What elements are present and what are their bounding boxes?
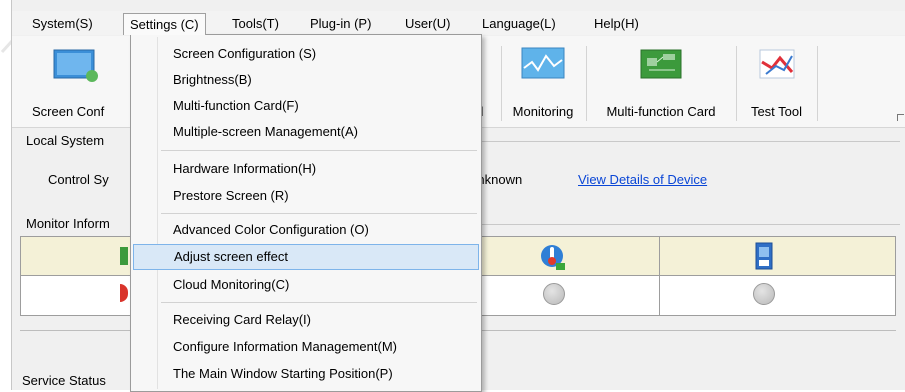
receiving-card-icon: [755, 242, 773, 270]
menu-item-screen-configuration[interactable]: Screen Configuration (S): [133, 41, 479, 67]
card-status-icon: [753, 283, 775, 305]
control-system-label: Control Sy: [48, 172, 109, 187]
view-details-link[interactable]: View Details of Device: [578, 172, 707, 187]
menu-item-receiving-card-relay[interactable]: Receiving Card Relay(I): [133, 307, 479, 333]
menu-tools[interactable]: Tools(T): [226, 14, 285, 33]
status-error-icon: [120, 284, 128, 302]
toolbar-separator: [736, 46, 737, 121]
menu-item-adjust-screen-effect[interactable]: Adjust screen effect: [133, 244, 479, 270]
monitoring-tool[interactable]: Monitoring: [504, 36, 582, 127]
monitoring-wave-icon: [521, 47, 565, 79]
test-tool[interactable]: Test Tool: [739, 36, 814, 127]
temperature-status-icon: [543, 283, 565, 305]
menu-item-cloud-monitoring[interactable]: Cloud Monitoring(C): [133, 272, 479, 298]
menu-user[interactable]: User(U): [399, 14, 457, 33]
menu-settings[interactable]: Settings (C): [123, 13, 206, 35]
toolbar-separator: [586, 46, 587, 121]
menu-separator: [161, 150, 477, 151]
toolbar-separator: [501, 46, 502, 121]
screen-config-tool[interactable]: Screen Conf: [26, 36, 121, 127]
menu-item-multiple-screen-management[interactable]: Multiple-screen Management(A): [133, 119, 479, 145]
menu-item-main-window-starting-position[interactable]: The Main Window Starting Position(P): [133, 361, 479, 387]
menu-language[interactable]: Language(L): [476, 14, 562, 33]
menu-separator: [161, 302, 477, 303]
test-chart-icon: [759, 49, 794, 79]
menu-item-hardware-information[interactable]: Hardware Information(H): [133, 156, 479, 182]
multifunction-card-tool[interactable]: Multi-function Card: [590, 36, 732, 127]
temperature-icon: [541, 245, 565, 270]
local-system-title: Local System: [26, 133, 105, 148]
monitor-info-title: Monitor Inform: [26, 216, 110, 231]
power-card-icon: [120, 247, 128, 265]
menu-system[interactable]: System(S): [26, 14, 99, 33]
service-status-title: Service Status: [22, 373, 106, 388]
monitor-screen-icon: [53, 49, 98, 82]
menu-item-prestore-screen[interactable]: Prestore Screen (R): [133, 183, 479, 209]
multifunction-card-label: Multi-function Card: [606, 104, 716, 119]
menu-plugin[interactable]: Plug-in (P): [304, 14, 377, 33]
menu-bar: System(S) Settings (C) Tools(T) Plug-in …: [12, 11, 905, 35]
circuit-board-icon: [640, 49, 682, 79]
menu-item-brightness[interactable]: Brightness(B): [133, 67, 479, 93]
table-column-divider: [659, 237, 660, 315]
menu-help[interactable]: Help(H): [588, 14, 645, 33]
menu-item-configure-information-management[interactable]: Configure Information Management(M): [133, 334, 479, 360]
menu-item-multifunction-card[interactable]: Multi-function Card(F): [133, 93, 479, 119]
menu-item-advanced-color-configuration[interactable]: Advanced Color Configuration (O): [133, 217, 479, 243]
menu-separator: [161, 213, 477, 214]
app-window: System(S) Settings (C) Tools(T) Plug-in …: [11, 0, 905, 392]
monitoring-label: Monitoring: [512, 104, 574, 119]
toolbar-separator: [817, 46, 818, 121]
settings-dropdown-menu: Screen Configuration (S) Brightness(B) M…: [130, 34, 482, 392]
screen-config-label: Screen Conf: [32, 104, 105, 119]
toolbar-overflow-icon[interactable]: [897, 114, 904, 121]
test-tool-label: Test Tool: [750, 104, 803, 119]
